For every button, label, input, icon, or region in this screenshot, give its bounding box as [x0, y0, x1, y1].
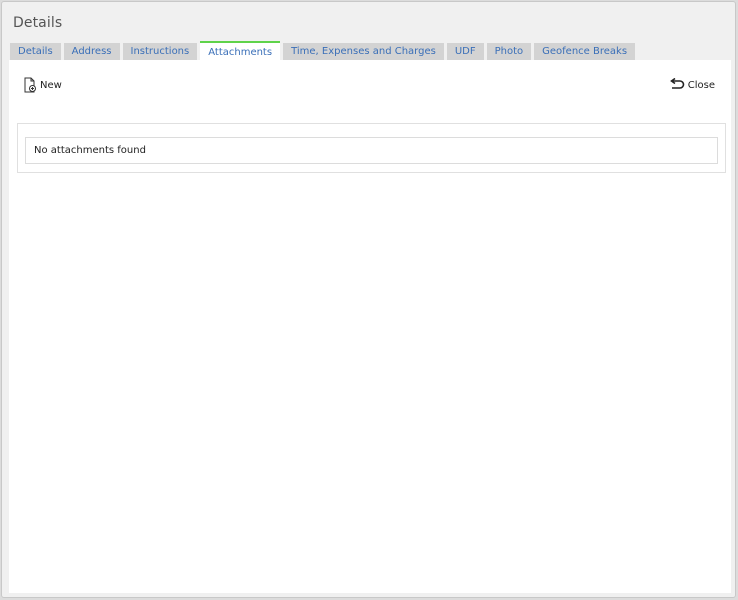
attachments-panel: New Close No attachments found	[9, 60, 731, 593]
close-button[interactable]: Close	[669, 76, 715, 94]
close-button-label: Close	[687, 79, 715, 91]
tab-address[interactable]: Address	[63, 43, 120, 61]
tab-bar: Details Address Instructions Attachments…	[10, 41, 638, 61]
tab-time-expenses-charges[interactable]: Time, Expenses and Charges	[283, 43, 444, 61]
undo-arrow-icon	[669, 78, 685, 92]
dialog-title: Details	[13, 15, 63, 31]
tab-attachments[interactable]: Attachments	[200, 41, 281, 61]
new-file-icon	[23, 77, 37, 93]
new-button[interactable]: New	[23, 76, 62, 94]
new-button-label: New	[40, 79, 62, 91]
tab-details[interactable]: Details	[10, 43, 61, 61]
details-dialog: Details Details Address Instructions Att…	[1, 1, 736, 598]
tab-photo[interactable]: Photo	[486, 43, 532, 61]
tab-instructions[interactable]: Instructions	[122, 43, 198, 61]
tab-geofence-breaks[interactable]: Geofence Breaks	[534, 43, 636, 61]
tab-udf[interactable]: UDF	[446, 43, 484, 61]
attachments-list: No attachments found	[17, 123, 726, 173]
empty-message: No attachments found	[25, 137, 718, 164]
